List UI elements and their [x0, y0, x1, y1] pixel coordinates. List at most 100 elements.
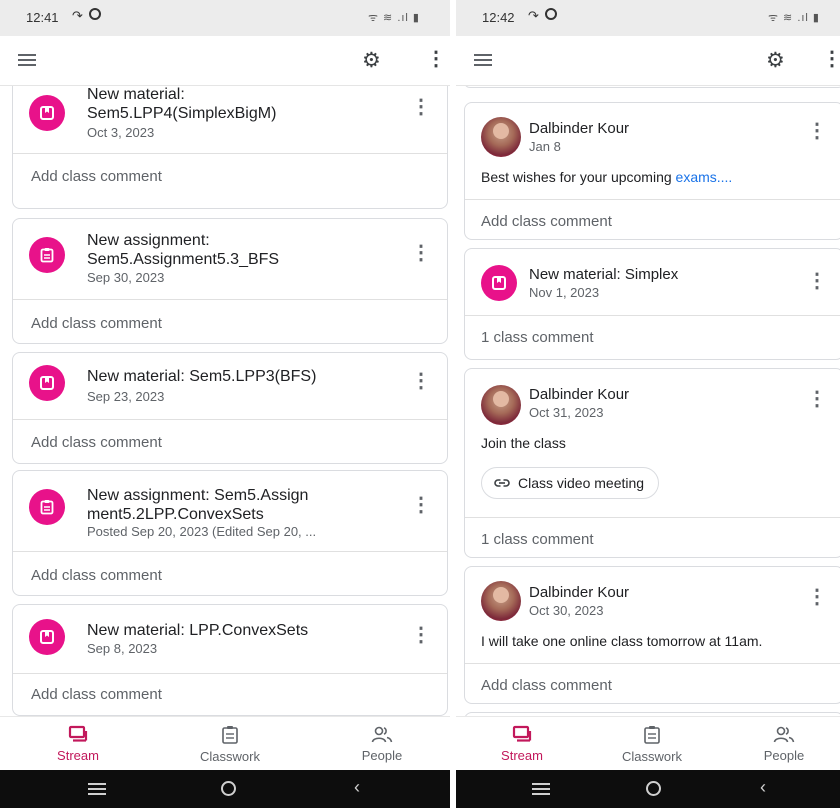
recent-apps-icon[interactable] [532, 783, 550, 798]
assignment-icon [29, 237, 65, 273]
post-card[interactable]: New material: Sem5.LPP3(BFS) Sep 23, 202… [12, 352, 448, 464]
divider [13, 153, 447, 154]
gear-icon[interactable]: ⚙ [766, 50, 785, 71]
classwork-icon [222, 726, 238, 744]
add-comment-link[interactable]: Add class comment [31, 686, 162, 703]
post-author: Dalbinder Kour [529, 584, 630, 601]
people-icon [371, 726, 393, 743]
post-body-link[interactable]: exams.... [676, 169, 733, 185]
tab-stream-label: Stream [57, 748, 99, 763]
status-time: 12:42 [482, 10, 515, 25]
stream-icon [68, 725, 88, 742]
avatar [481, 117, 521, 157]
tab-people[interactable]: People [350, 725, 414, 763]
add-comment-link[interactable]: Add class comment [481, 677, 612, 694]
post-title: New material: Sem5.LPP3(BFS) [87, 368, 317, 385]
more-vert-icon[interactable]: ⋮ [807, 271, 827, 291]
app-bar: ⚙ ⋮ [0, 36, 450, 86]
bottom-navigation: Stream Classwork People [0, 716, 450, 770]
status-signal-icons: ᯤ ≋ .ıl ▮ [367, 12, 420, 24]
right-screen: 12:42 ↷ ᯤ ≋ .ıl ▮ ⚙ ⋮ Dalbinder Kour Jan… [456, 0, 840, 808]
recent-apps-icon[interactable] [88, 783, 106, 798]
people-icon [773, 726, 795, 743]
add-comment-link[interactable]: Add class comment [481, 213, 612, 230]
class-video-meeting-chip[interactable]: Class video meeting [481, 467, 660, 499]
post-card[interactable]: New material: Sem5.LPP4(SimplexBigM) Oct… [12, 86, 448, 209]
post-title-line2: ment5.2LPP.ConvexSets [87, 506, 264, 523]
divider [13, 551, 447, 552]
divider [465, 315, 840, 316]
post-date: Oct 31, 2023 [529, 405, 604, 420]
gear-icon[interactable]: ⚙ [362, 50, 381, 71]
tab-classwork-label: Classwork [622, 749, 682, 764]
tab-people-label: People [361, 748, 403, 763]
record-icon [88, 8, 101, 20]
post-author: Dalbinder Kour [529, 386, 630, 403]
post-body: Join the class [481, 435, 566, 451]
tab-people-label: People [763, 748, 805, 763]
post-date: Posted Sep 20, 2023 (Edited Sep 20, ... [87, 524, 317, 539]
more-vert-icon[interactable]: ⋮ [411, 243, 431, 263]
announcement-card[interactable]: Dalbinder Kour Oct 31, 2023 ⋮ Join the c… [464, 368, 840, 558]
post-date: Sep 23, 2023 [87, 389, 165, 404]
post-body: I will take one online class tomorrow at… [481, 633, 763, 649]
back-icon[interactable]: ‹ [760, 778, 766, 796]
divider [13, 673, 447, 674]
add-comment-link[interactable]: Add class comment [31, 315, 162, 332]
tab-classwork[interactable]: Classwork [186, 725, 274, 764]
add-comment-link[interactable]: Add class comment [31, 434, 162, 451]
divider [465, 517, 840, 518]
tab-people[interactable]: People [752, 725, 816, 763]
post-author: Dalbinder Kour [529, 120, 630, 137]
more-vert-icon[interactable]: ⋮ [822, 49, 840, 69]
post-card[interactable]: New assignment: Sem5.Assign ment5.2LPP.C… [12, 470, 448, 596]
more-vert-icon[interactable]: ⋮ [411, 97, 431, 117]
more-vert-icon[interactable]: ⋮ [807, 389, 827, 409]
post-card[interactable]: New material: Simplex Nov 1, 2023 ⋮ 1 cl… [464, 248, 840, 360]
post-card[interactable]: New material: LPP.ConvexSets Sep 8, 2023… [12, 604, 448, 716]
class-comment-count[interactable]: 1 class comment [481, 329, 594, 346]
back-icon[interactable]: ‹ [354, 778, 360, 796]
add-comment-link[interactable]: Add class comment [31, 168, 162, 185]
missed-call-icon: ↷ [72, 8, 83, 23]
tab-stream[interactable]: Stream [48, 725, 108, 763]
classwork-icon [644, 726, 660, 744]
avatar [481, 385, 521, 425]
chip-label: Class video meeting [518, 475, 645, 491]
home-icon[interactable] [221, 781, 236, 796]
post-title: New material: LPP.ConvexSets [87, 622, 309, 639]
status-notification-icons: ↷ [72, 8, 101, 24]
more-vert-icon[interactable]: ⋮ [426, 49, 446, 69]
announcement-card[interactable]: Dalbinder Kour Jan 8 ⋮ Best wishes for y… [464, 102, 840, 240]
bookmark-icon [481, 265, 517, 301]
more-vert-icon[interactable]: ⋮ [411, 495, 431, 515]
record-icon [544, 8, 557, 20]
hamburger-icon[interactable] [474, 54, 492, 66]
more-vert-icon[interactable]: ⋮ [411, 625, 431, 645]
bookmark-icon [29, 365, 65, 401]
post-date: Sep 8, 2023 [87, 641, 158, 656]
more-vert-icon[interactable]: ⋮ [807, 121, 827, 141]
tab-classwork-label: Classwork [200, 749, 260, 764]
status-notification-icons: ↷ [528, 8, 557, 24]
bookmark-icon [29, 95, 65, 131]
post-date: Jan 8 [529, 139, 561, 154]
more-vert-icon[interactable]: ⋮ [411, 371, 431, 391]
link-icon [494, 479, 510, 487]
more-vert-icon[interactable]: ⋮ [807, 587, 827, 607]
missed-call-icon: ↷ [528, 8, 539, 23]
tab-classwork[interactable]: Classwork [608, 725, 696, 764]
divider [465, 199, 840, 200]
add-comment-link[interactable]: Add class comment [31, 567, 162, 584]
post-title: New material: Simplex [529, 266, 679, 283]
class-comment-count[interactable]: 1 class comment [481, 531, 594, 548]
status-time: 12:41 [26, 10, 59, 25]
announcement-card[interactable]: Dalbinder Kour Oct 30, 2023 ⋮ I will tak… [464, 566, 840, 704]
hamburger-icon[interactable] [18, 54, 36, 66]
post-date: Oct 3, 2023 [87, 125, 155, 140]
bottom-navigation: Stream Classwork People [456, 716, 840, 770]
home-icon[interactable] [646, 781, 661, 796]
post-date: Oct 30, 2023 [529, 603, 604, 618]
post-card[interactable]: New assignment: Sem5.Assignment5.3_BFS S… [12, 218, 448, 344]
tab-stream[interactable]: Stream [492, 725, 552, 763]
